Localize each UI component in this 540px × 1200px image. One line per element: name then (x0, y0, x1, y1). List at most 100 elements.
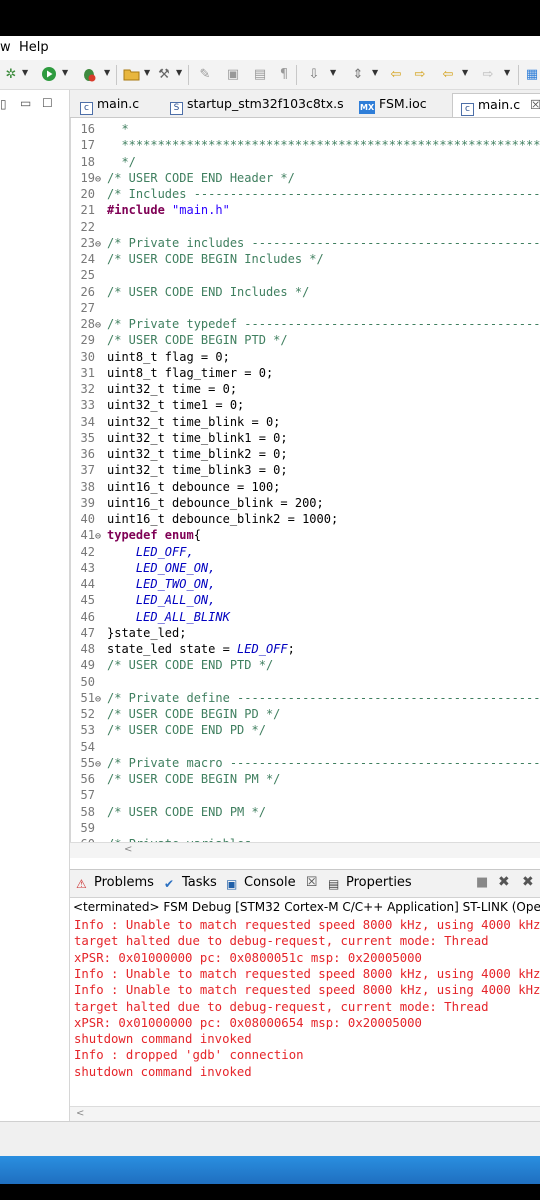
editor-tab-bar: c main.c Sstartup_stm32f103c8tx.s MX FSM.i… (70, 90, 540, 118)
code-line[interactable]: 16 * (71, 121, 540, 137)
minimize-icon[interactable]: ▭ (20, 96, 31, 110)
code-line[interactable]: 36 uint32_t time_blink2 = 0; (71, 446, 540, 462)
code-text: uint8_t flag_timer = 0; (107, 365, 274, 380)
chevron-down-icon[interactable]: ▼ (372, 68, 378, 77)
scroll-left-icon[interactable]: < (76, 1108, 84, 1119)
perspective-icon[interactable]: ▦ (524, 66, 540, 84)
code-line[interactable]: 58 /* USER CODE END PM */ (71, 804, 540, 820)
code-line[interactable]: 46 LED_ALL_BLINK (71, 609, 540, 625)
next-annotation-icon[interactable]: ⇕ (348, 66, 368, 84)
menu-item-window[interactable]: w (0, 40, 11, 55)
code-line[interactable]: 49 /* USER CODE END PTD */ (71, 657, 540, 673)
code-line[interactable]: 31 uint8_t flag_timer = 0; (71, 365, 540, 381)
code-line[interactable]: 29 /* USER CODE BEGIN PTD */ (71, 332, 540, 348)
menu-item-help[interactable]: Help (19, 40, 49, 55)
code-line[interactable]: 48 state_led state = LED_OFF; (71, 641, 540, 657)
code-line[interactable]: 23⊖/* Private includes -----------------… (71, 235, 540, 251)
bottom-black-bar (0, 1184, 540, 1200)
chevron-down-icon[interactable]: ▼ (462, 68, 468, 77)
code-line[interactable]: 50 (71, 674, 540, 690)
forward-icon[interactable]: ⇨ (478, 66, 498, 84)
code-line[interactable]: 18 */ (71, 154, 540, 170)
open-folder-icon[interactable] (122, 66, 142, 84)
tab-startup-s[interactable]: Sstartup_stm32f103c8tx.s (170, 93, 344, 117)
code-line[interactable]: 44 LED_TWO_ON, (71, 576, 540, 592)
code-line[interactable]: 45 LED_ALL_ON, (71, 592, 540, 608)
code-line[interactable]: 19⊖/* USER CODE END Header */ (71, 170, 540, 186)
terminal-icon[interactable]: ▤ (250, 66, 270, 84)
code-line[interactable]: 17 *************************************… (71, 137, 540, 153)
pen-icon[interactable]: ✎ (194, 66, 216, 84)
forward-edit-icon[interactable]: ⇨ (410, 66, 430, 84)
terminate-icon[interactable]: ■ (476, 875, 488, 890)
back-icon[interactable]: ⇦ (438, 66, 458, 84)
code-line[interactable]: 21 #include "main.h" (71, 202, 540, 218)
wand-icon[interactable]: ⚒ (155, 66, 173, 84)
debug-settings-icon[interactable]: ✲ (3, 66, 19, 84)
tab-fsm-ioc[interactable]: MX FSM.ioc (359, 93, 427, 117)
chevron-down-icon[interactable]: ▼ (22, 68, 28, 77)
tab-problems[interactable]: ⚠ Problems (76, 875, 154, 891)
debug-bug-icon[interactable] (80, 66, 98, 84)
code-line[interactable]: 34 uint32_t time_blink = 0; (71, 414, 540, 430)
tab-properties[interactable]: ▤ Properties (328, 875, 412, 891)
code-line[interactable]: 55⊖/* Private macro --------------------… (71, 755, 540, 771)
code-line[interactable]: 24 /* USER CODE BEGIN Includes */ (71, 251, 540, 267)
code-line[interactable]: 35 uint32_t time_blink1 = 0; (71, 430, 540, 446)
chevron-down-icon[interactable]: ▼ (504, 68, 510, 77)
chevron-down-icon[interactable]: ▼ (62, 68, 68, 77)
line-number: 46 (80, 609, 95, 624)
code-line[interactable]: 52 /* USER CODE BEGIN PD */ (71, 706, 540, 722)
code-line[interactable]: 56 /* USER CODE BEGIN PM */ (71, 771, 540, 787)
code-line[interactable]: 28⊖/* Private typedef ------------------… (71, 316, 540, 332)
chevron-down-icon[interactable]: ▼ (176, 68, 182, 77)
code-line[interactable]: 22 (71, 219, 540, 235)
chevron-down-icon[interactable]: ▼ (104, 68, 110, 77)
editor-horizontal-scrollbar[interactable]: < (70, 842, 540, 858)
tab-tasks[interactable]: ✔ Tasks (164, 875, 217, 891)
code-line[interactable]: 27 (71, 300, 540, 316)
chevron-down-icon[interactable]: ▼ (330, 68, 336, 77)
chevron-down-icon[interactable]: ▼ (144, 68, 150, 77)
code-line[interactable]: 57 (71, 787, 540, 803)
code-line[interactable]: 38 uint16_t debounce = 100; (71, 479, 540, 495)
code-line[interactable]: 32 uint32_t time = 0; (71, 381, 540, 397)
last-edit-icon[interactable]: ⇦ (386, 66, 406, 84)
tab-main-c[interactable]: c main.c (80, 93, 139, 117)
code-line[interactable]: 37 uint32_t time_blink3 = 0; (71, 462, 540, 478)
console-horizontal-scrollbar[interactable]: < (70, 1106, 540, 1122)
code-line[interactable]: 47}state_led; (71, 625, 540, 641)
code-line[interactable]: 26 /* USER CODE END Includes */ (71, 284, 540, 300)
code-line[interactable]: 43 LED_ONE_ON, (71, 560, 540, 576)
code-line[interactable]: 33 uint32_t time1 = 0; (71, 397, 540, 413)
tab-main-c-active[interactable]: c main.c ☒ (452, 93, 540, 117)
console-line: xPSR: 0x01000000 pc: 0x08000654 msp: 0x2… (74, 1015, 422, 1030)
close-icon[interactable]: ☒ (530, 97, 540, 112)
tab-console[interactable]: ▣ Console ☒ (226, 875, 318, 891)
main-toolbar: ✲ ▼ ▼ ▼ ▼ ⚒ ▼ ✎ ▣ ▤ ¶ ⇩ ▼ ⇕ ▼ ⇦ ⇨ ⇦ ▼ ⇨ … (0, 60, 540, 90)
code-line[interactable]: 41⊖ typedef enum{ (71, 527, 540, 543)
code-line[interactable]: 54 (71, 739, 540, 755)
code-line[interactable]: 30 uint8_t flag = 0; (71, 349, 540, 365)
scroll-left-icon[interactable]: < (124, 844, 132, 855)
code-line[interactable]: 20 /* Includes --------------------------… (71, 186, 540, 202)
maximize-icon[interactable]: ☐ (42, 96, 53, 110)
annotation-icon[interactable]: ⇩ (304, 66, 324, 84)
code-editor[interactable]: 16 * 17 *********************************… (70, 118, 540, 842)
code-line[interactable]: 42 LED_OFF, (71, 544, 540, 560)
code-line[interactable]: 51⊖/* Private define -------------------… (71, 690, 540, 706)
code-line[interactable]: 53 /* USER CODE END PD */ (71, 722, 540, 738)
line-number: 29 (80, 333, 95, 348)
code-line[interactable]: 59 (71, 820, 540, 836)
code-line[interactable]: 25 (71, 267, 540, 283)
build-icon[interactable]: ▣ (222, 66, 244, 84)
run-icon[interactable] (40, 66, 58, 84)
remove-launch-icon[interactable]: ✖ (498, 874, 510, 890)
pilcrow-icon[interactable]: ¶ (276, 66, 292, 84)
line-number: 54 (80, 739, 95, 754)
code-line[interactable]: 40 uint16_t debounce_blink2 = 1000; (71, 511, 540, 527)
code-line[interactable]: 39 uint16_t debounce_blink = 200; (71, 495, 540, 511)
close-icon[interactable]: ☒ (306, 875, 318, 890)
remove-all-icon[interactable]: ✖ (522, 874, 534, 890)
console-line: target halted due to debug-request, curr… (74, 934, 489, 949)
